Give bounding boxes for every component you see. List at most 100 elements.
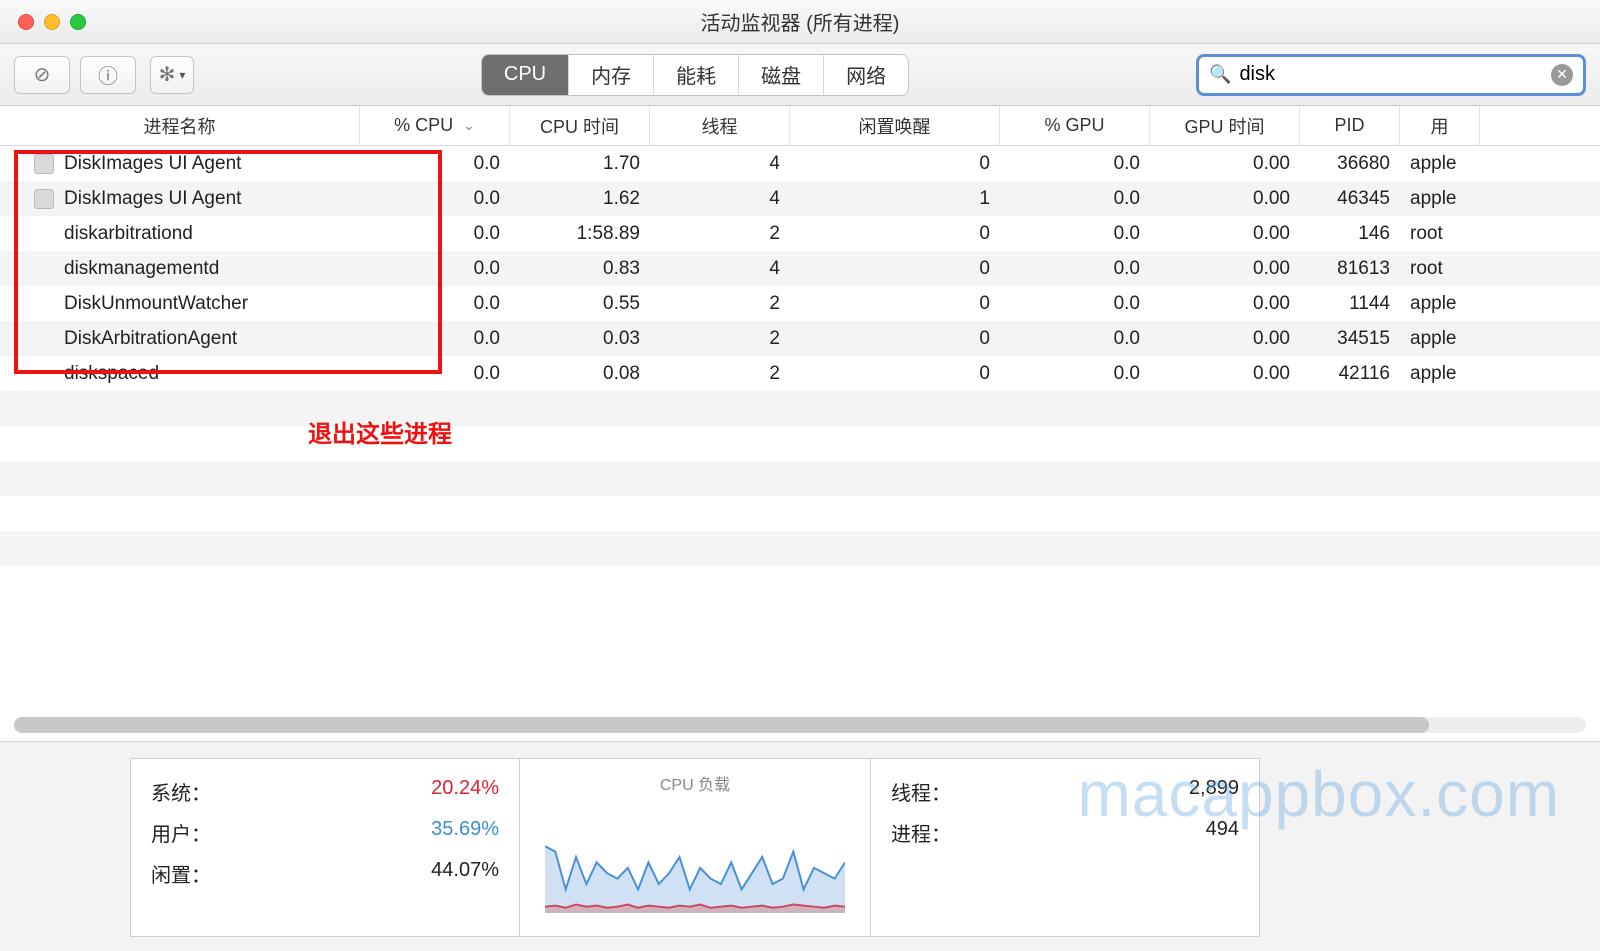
table-row[interactable]: DiskImages UI Agent0.01.62410.00.0046345… [0, 181, 1600, 216]
cell-gpu: 0.0 [1000, 328, 1150, 350]
cell-name: diskmanagementd [0, 258, 360, 280]
cell-pid: 1144 [1300, 293, 1400, 315]
stat-user-value: 35.69% [431, 818, 499, 847]
cell-cpu: 0.0 [360, 153, 510, 175]
stat-threads-value: 2,899 [1189, 777, 1239, 806]
window-minimize-button[interactable] [44, 14, 60, 30]
cell-name: DiskUnmountWatcher [0, 293, 360, 315]
column-header-cputime[interactable]: CPU 时间 [510, 106, 650, 145]
cell-wake: 0 [790, 363, 1000, 385]
clear-search-button[interactable]: ✕ [1551, 64, 1573, 86]
stat-idle-label: 闲置： [151, 859, 211, 888]
stat-system: 系统： 20.24% [151, 771, 499, 812]
scrollbar-thumb[interactable] [14, 717, 1429, 733]
empty-row [0, 531, 1600, 566]
process-name: DiskImages UI Agent [64, 188, 241, 210]
table-row[interactable]: DiskUnmountWatcher0.00.55200.00.001144ap… [0, 286, 1600, 321]
column-header-gpu[interactable]: % GPU [1000, 106, 1150, 145]
cell-cput: 0.55 [510, 293, 650, 315]
cell-threads: 2 [650, 328, 790, 350]
footer: 系统： 20.24% 用户： 35.69% 闲置： 44.07% CPU 负载 … [0, 741, 1600, 951]
empty-row [0, 566, 1600, 601]
cell-wake: 1 [790, 188, 1000, 210]
tab-energy[interactable]: 能耗 [653, 55, 738, 95]
empty-row [0, 461, 1600, 496]
process-name: diskspaced [64, 363, 159, 385]
process-icon [34, 294, 54, 314]
stat-system-value: 20.24% [431, 777, 499, 806]
process-name: diskarbitrationd [64, 223, 193, 245]
chart-title: CPU 负载 [660, 771, 730, 795]
cell-wake: 0 [790, 293, 1000, 315]
column-header-user[interactable]: 用 [1400, 106, 1480, 145]
cpu-load-chart-panel: CPU 负载 [520, 758, 870, 937]
table-header: 进程名称 % CPU ⌄ CPU 时间 线程 闲置唤醒 % GPU GPU 时间… [0, 106, 1600, 146]
tab-memory[interactable]: 内存 [568, 55, 653, 95]
stat-processes-label: 进程： [891, 818, 951, 847]
stat-threads-label: 线程： [891, 777, 951, 806]
cell-user: apple [1400, 153, 1480, 175]
tab-network[interactable]: 网络 [823, 55, 908, 95]
window-close-button[interactable] [18, 14, 34, 30]
cpu-load-chart [545, 803, 845, 913]
cell-pid: 46345 [1300, 188, 1400, 210]
table-row[interactable]: diskspaced0.00.08200.00.0042116apple [0, 356, 1600, 391]
cell-gput: 0.00 [1150, 363, 1300, 385]
cell-cput: 0.83 [510, 258, 650, 280]
stat-user-label: 用户： [151, 818, 211, 847]
cell-cput: 1.70 [510, 153, 650, 175]
cell-threads: 4 [650, 188, 790, 210]
quit-process-button[interactable]: ⊘ [14, 56, 70, 94]
cell-wake: 0 [790, 258, 1000, 280]
column-header-pid[interactable]: PID [1300, 106, 1400, 145]
table-row[interactable]: DiskImages UI Agent0.01.70400.00.0036680… [0, 146, 1600, 181]
cell-threads: 4 [650, 153, 790, 175]
tab-disk[interactable]: 磁盘 [738, 55, 823, 95]
stat-threads: 线程： 2,899 [891, 771, 1239, 812]
settings-menu-button[interactable]: ✻ ▾ [150, 56, 194, 94]
cell-threads: 2 [650, 223, 790, 245]
cpu-usage-panel: 系统： 20.24% 用户： 35.69% 闲置： 44.07% [130, 758, 520, 937]
horizontal-scrollbar[interactable] [14, 717, 1586, 733]
cell-gpu: 0.0 [1000, 258, 1150, 280]
table-row[interactable]: diskmanagementd0.00.83400.00.0081613root [0, 251, 1600, 286]
empty-row [0, 496, 1600, 531]
stat-idle-value: 44.07% [431, 859, 499, 888]
cell-gput: 0.00 [1150, 258, 1300, 280]
cell-wake: 0 [790, 153, 1000, 175]
tab-cpu[interactable]: CPU [482, 55, 568, 95]
chevron-down-icon: ▾ [179, 68, 185, 82]
cell-name: DiskArbitrationAgent [0, 328, 360, 350]
cell-name: diskarbitrationd [0, 223, 360, 245]
search-field[interactable]: 🔍 ✕ [1196, 54, 1586, 96]
cell-name: diskspaced [0, 363, 360, 385]
column-header-name[interactable]: 进程名称 [0, 106, 360, 145]
cell-gpu: 0.0 [1000, 223, 1150, 245]
info-icon: ⓘ [98, 60, 118, 89]
table-row[interactable]: diskarbitrationd0.01:58.89200.00.00146ro… [0, 216, 1600, 251]
column-header-cpu[interactable]: % CPU ⌄ [360, 106, 510, 145]
annotation-text: 退出这些进程 [308, 414, 452, 449]
cell-gpu: 0.0 [1000, 188, 1150, 210]
cell-pid: 81613 [1300, 258, 1400, 280]
window-zoom-button[interactable] [70, 14, 86, 30]
inspect-process-button[interactable]: ⓘ [80, 56, 136, 94]
sort-desc-icon: ⌄ [463, 117, 475, 134]
column-header-gputime[interactable]: GPU 时间 [1150, 106, 1300, 145]
cell-cpu: 0.0 [360, 223, 510, 245]
cell-cpu: 0.0 [360, 293, 510, 315]
stat-processes: 进程： 494 [891, 812, 1239, 853]
column-header-wakeups[interactable]: 闲置唤醒 [790, 106, 1000, 145]
process-icon [34, 259, 54, 279]
search-input[interactable] [1239, 63, 1543, 86]
cell-threads: 4 [650, 258, 790, 280]
table-row[interactable]: DiskArbitrationAgent0.00.03200.00.003451… [0, 321, 1600, 356]
toolbar: ⊘ ⓘ ✻ ▾ CPU 内存 能耗 磁盘 网络 🔍 ✕ [0, 44, 1600, 106]
cell-gput: 0.00 [1150, 328, 1300, 350]
process-table: DiskImages UI Agent0.01.70400.00.0036680… [0, 146, 1600, 713]
cell-name: DiskImages UI Agent [0, 188, 360, 210]
cell-gput: 0.00 [1150, 153, 1300, 175]
process-name: DiskImages UI Agent [64, 153, 241, 175]
column-header-threads[interactable]: 线程 [650, 106, 790, 145]
gear-icon: ✻ [159, 62, 176, 87]
